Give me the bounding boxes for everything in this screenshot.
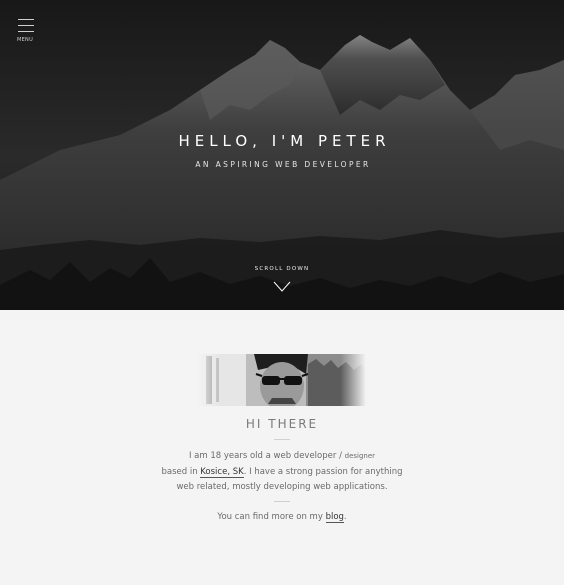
more-text: You can find more on my blog. [0,512,564,523]
bio-line-2-suffix: . I have a strong passion for anything [243,466,403,477]
about-section: HI THERE I am 18 years old a web develop… [0,310,564,585]
hamburger-icon[interactable] [17,19,35,32]
bio-text: I am 18 years old a web developer / desi… [0,449,564,496]
bio-divider [274,501,290,502]
scroll-down-label[interactable]: SCROLL DOWN [0,266,564,272]
more-suffix: . [343,512,347,522]
chevron-down-icon[interactable] [273,281,291,293]
hero-title: HELLO, I'M PETER [178,132,391,150]
bio-line-1-text: I am 18 years old a web developer / [188,451,345,461]
bio-line-1-small: designer [344,452,376,460]
section-title: HI THERE [245,417,319,431]
bio-line-2-prefix: based in [161,466,201,477]
mountain-background-image [0,0,564,310]
blog-link[interactable]: blog [325,512,344,523]
hero-section: MENU HELLO, I'M PETER AN ASPIRING WEB DE… [0,0,564,310]
bio-line-1: I am 18 years old a web developer / desi… [0,449,564,465]
menu-label[interactable]: MENU [15,37,35,43]
more-prefix: You can find more on my [217,512,326,522]
menu-button[interactable]: MENU [17,19,35,43]
bio-line-3: web related, mostly developing web appli… [176,482,388,492]
hero-subtitle: AN ASPIRING WEB DEVELOPER [195,160,371,169]
bio-line-2: based in Kosice, SK. I have a strong pas… [0,465,564,481]
location-link[interactable]: Kosice, SK [200,466,244,478]
title-divider [274,439,290,440]
avatar [196,354,366,406]
